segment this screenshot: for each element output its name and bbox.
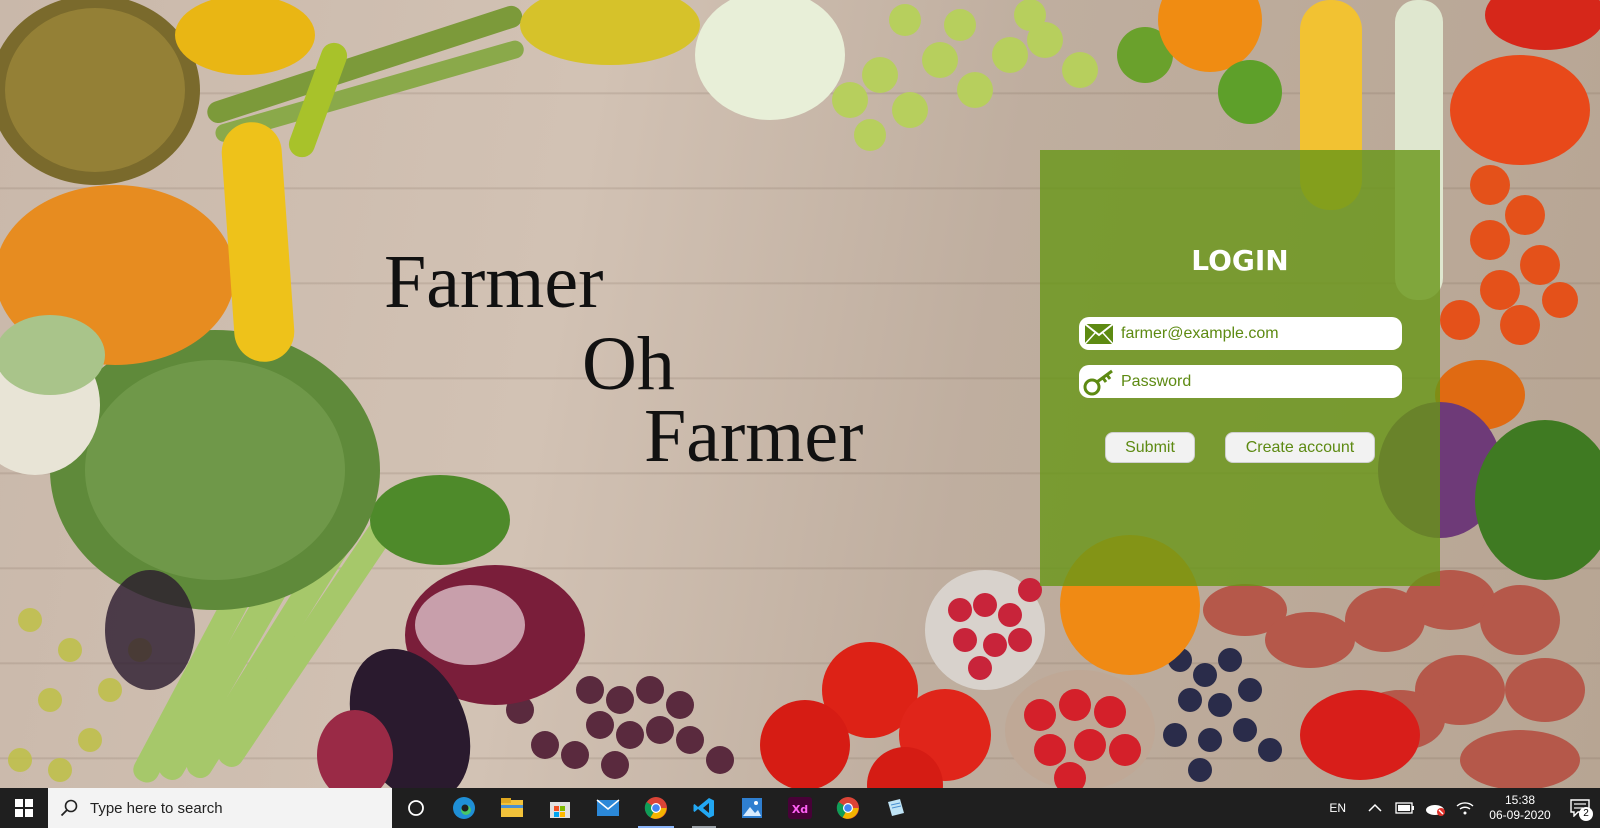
key-icon [1079,365,1119,398]
file-explorer-icon [501,798,523,817]
windows-logo-icon [15,799,33,817]
edge-icon [453,797,475,819]
chevron-up-icon[interactable] [1360,788,1390,828]
vscode-icon [693,798,714,818]
submit-button[interactable]: Submit [1105,432,1195,463]
windows-start-button[interactable] [0,788,48,828]
mail-icon [596,799,620,816]
wifi-icon[interactable] [1450,788,1480,828]
email-field[interactable] [1079,317,1402,350]
windows-taskbar: Type here to search Xd EN 15:38 06-09-20… [0,788,1600,828]
system-tray: EN 15:38 06-09-2020 2 [1329,788,1600,828]
site-title-line-3: Farmer [644,394,864,478]
action-center-button[interactable]: 2 [1560,788,1600,828]
taskbar-app-notepad[interactable] [872,788,920,828]
password-field[interactable] [1079,365,1402,398]
site-title-line-2: Oh [582,322,675,406]
adobe-xd-icon: Xd [788,797,812,819]
taskbar-app-mail[interactable] [584,788,632,828]
cortana-button[interactable] [392,788,440,828]
search-placeholder: Type here to search [90,799,223,817]
taskbar-app-file-explorer[interactable] [488,788,536,828]
taskbar-app-photos[interactable] [728,788,776,828]
photos-icon [742,798,762,818]
clock-date: 06-09-2020 [1489,808,1551,822]
search-icon [60,799,78,817]
login-panel: LOGIN Submit Create account [1040,150,1440,586]
create-account-button[interactable]: Create account [1225,432,1375,463]
store-icon [550,802,570,818]
taskbar-app-edge[interactable] [440,788,488,828]
battery-icon[interactable] [1390,788,1420,828]
language-indicator[interactable]: EN [1329,801,1346,815]
taskbar-app-adobe-xd[interactable]: Xd [776,788,824,828]
clock-time: 15:38 [1504,793,1536,807]
chrome-icon [644,797,667,819]
notepad-icon [888,799,904,816]
login-heading: LOGIN [1191,244,1289,277]
envelope-icon [1079,317,1119,350]
password-input[interactable] [1119,365,1402,398]
notification-count-badge: 2 [1579,807,1593,821]
taskbar-clock[interactable]: 15:38 06-09-2020 [1480,793,1560,823]
taskbar-app-vscode[interactable] [680,788,728,828]
taskbar-app-store[interactable] [536,788,584,828]
taskbar-app-chrome[interactable] [632,788,680,828]
svg-text:Xd: Xd [792,803,808,816]
onedrive-icon[interactable] [1420,788,1450,828]
taskbar-app-chrome-2[interactable] [824,788,872,828]
cortana-icon [408,800,424,816]
email-input[interactable] [1119,317,1402,350]
chrome-icon [836,797,859,819]
site-title-line-1: Farmer [384,240,604,324]
taskbar-search-box[interactable]: Type here to search [48,788,392,828]
